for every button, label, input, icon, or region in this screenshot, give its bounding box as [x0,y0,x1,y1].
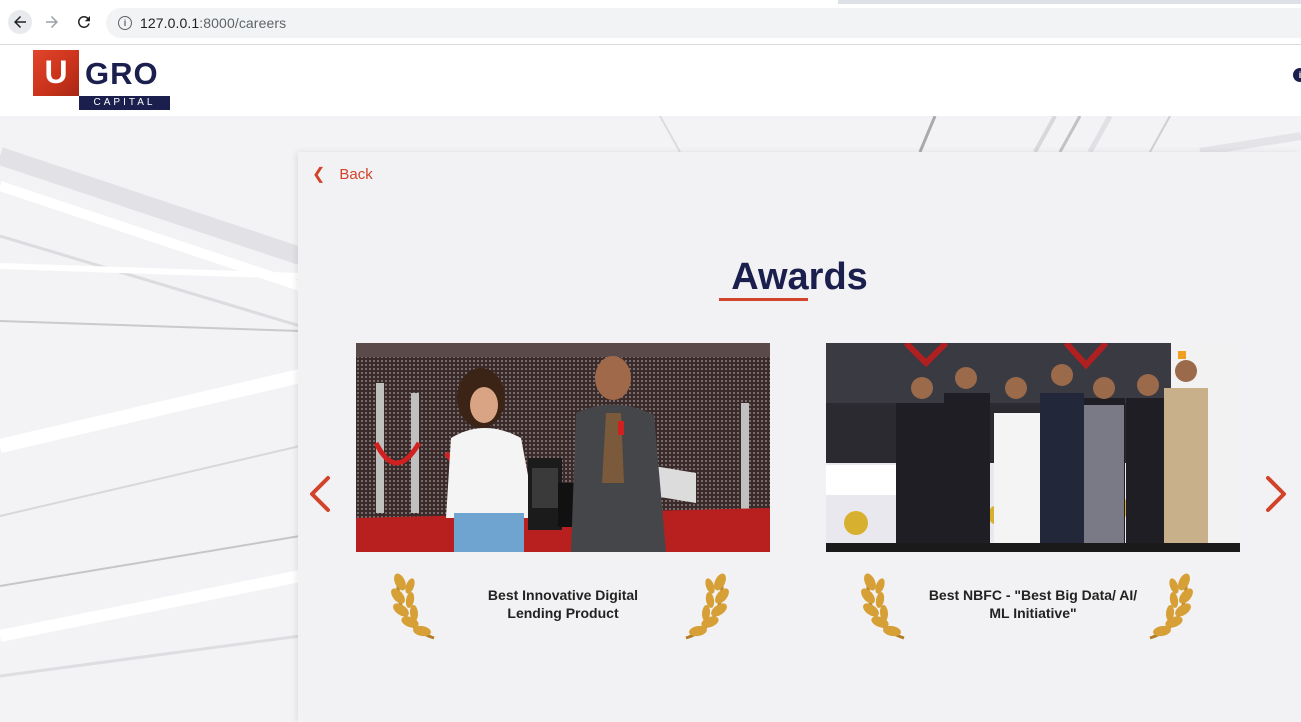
logo-capital-text: CAPITAL [93,97,156,108]
url-path: :8000/careers [199,15,287,31]
active-tab[interactable] [0,0,838,4]
award-caption-area: Best NBFC - "Best Big Data/ AI/ ML Initi… [826,566,1240,646]
logo-u-letter: U [44,54,68,90]
chevron-left-icon: ❮ [312,166,326,183]
award-caption-line2: Lending Product [507,605,619,621]
awards-panel: ❮ Back Awards Best Innovative Digital Le… [298,152,1301,722]
info-icon[interactable]: i [118,16,132,30]
page-title: Awards [731,256,868,298]
carousel-prev-icon[interactable] [306,474,334,514]
carousel-next-icon[interactable] [1262,474,1290,514]
url-text: 127.0.0.1:8000/careers [140,15,286,31]
logo-gro-text: GRO [85,56,159,91]
award-caption-line2: ML Initiative" [989,605,1077,621]
site-header: U GRO CAPITAL i [0,46,1301,116]
award-card: Best NBFC - "Best Big Data/ AI/ ML Initi… [826,343,1240,646]
back-link[interactable]: ❮ Back [312,164,373,184]
url-host: 127.0.0.1 [140,15,200,31]
browser-toolbar: i 127.0.0.1:8000/careers [0,0,1301,45]
award-photo [826,343,1240,552]
award-caption: Best NBFC - "Best Big Data/ AI/ ML Initi… [826,586,1240,622]
award-caption-area: Best Innovative Digital Lending Product [356,566,770,646]
award-caption-line1: Best Innovative Digital [487,587,639,603]
award-caption-line1: Best NBFC - "Best Big Data/ AI/ [928,587,1138,603]
award-card: Best Innovative Digital Lending Product [356,343,770,646]
award-photo [356,343,770,552]
forward-arrow-icon[interactable] [40,10,64,34]
ugro-capital-logo[interactable]: U GRO CAPITAL [33,50,170,110]
reload-icon[interactable] [72,10,96,34]
tab-strip [0,0,1301,4]
back-label: Back [339,165,373,183]
award-caption: Best Innovative Digital Lending Product [356,586,770,622]
back-arrow-icon[interactable] [8,10,32,34]
title-underline [719,298,808,301]
accessibility-icon[interactable]: i [1293,68,1301,82]
address-bar[interactable]: i 127.0.0.1:8000/careers [106,8,1301,38]
